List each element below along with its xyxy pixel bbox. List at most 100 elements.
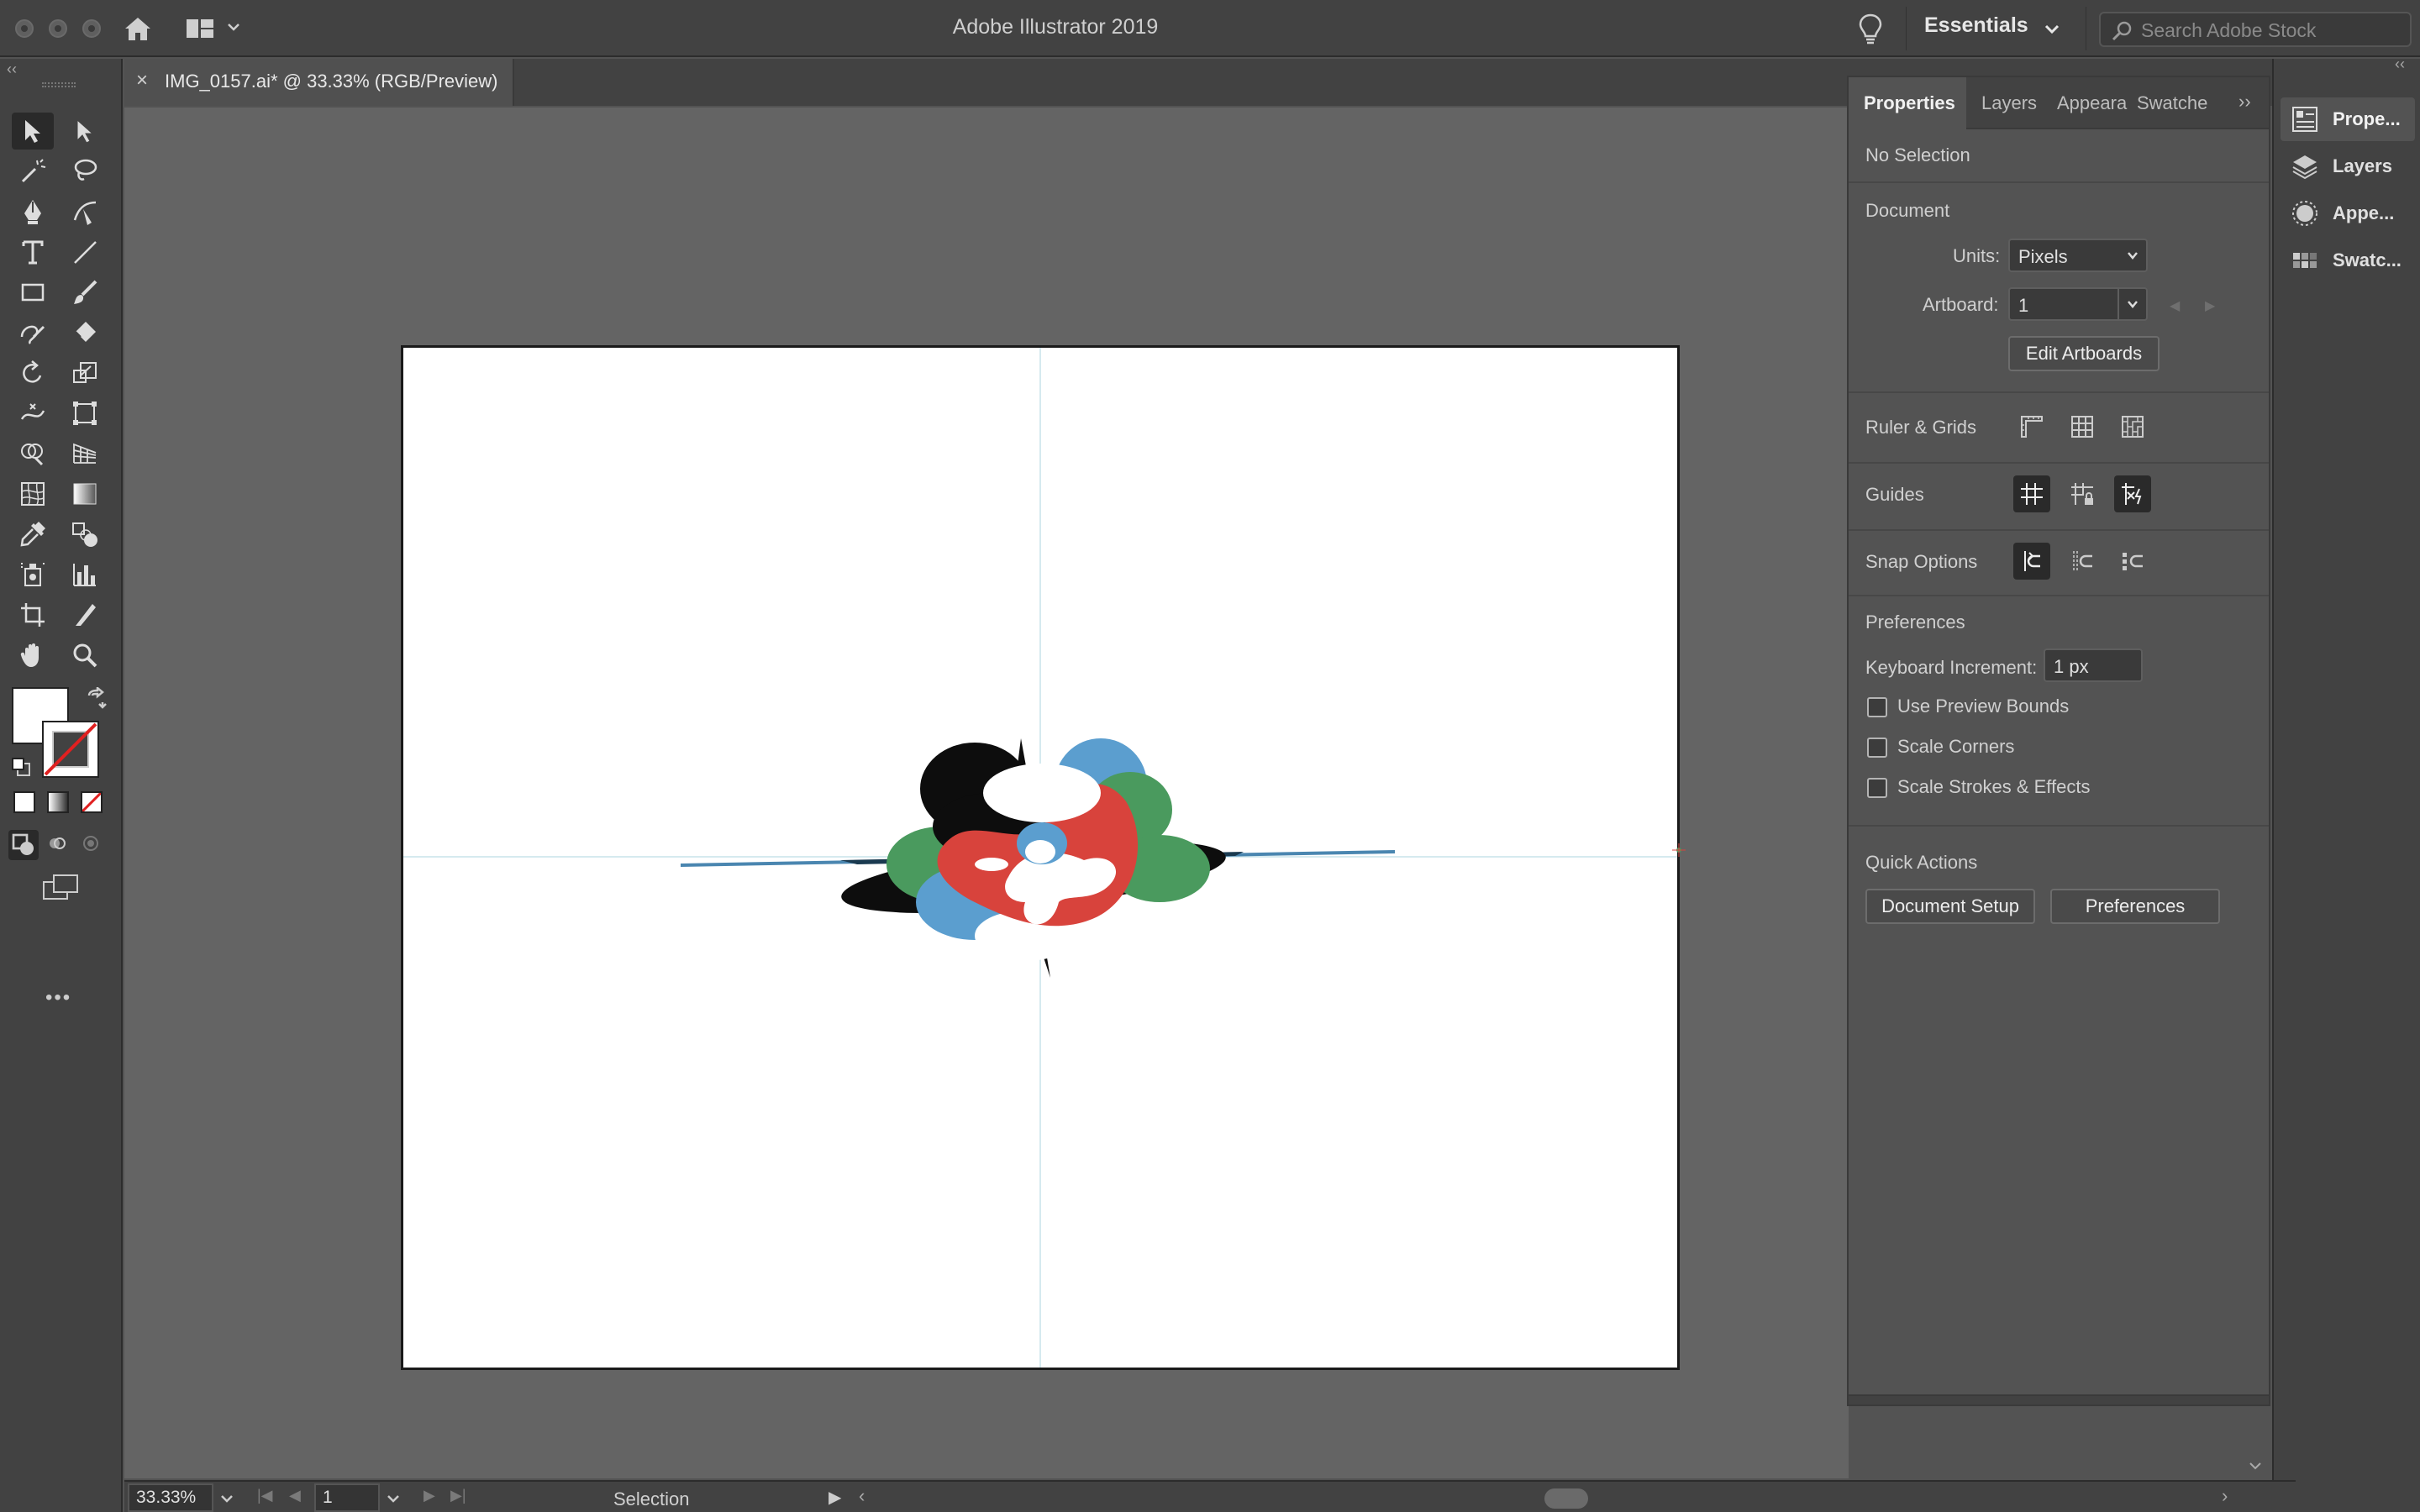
- scale-strokes-effects-checkbox[interactable]: [1867, 778, 1887, 798]
- free-transform-tool-icon[interactable]: [64, 395, 106, 432]
- workspace-switcher[interactable]: Essentials: [1924, 13, 2028, 38]
- collapse-toolbar-icon[interactable]: ‹‹: [7, 60, 17, 78]
- last-artboard-icon[interactable]: ▶|: [450, 1487, 466, 1504]
- color-mode-icon[interactable]: [13, 791, 35, 813]
- zoom-tool-icon[interactable]: [64, 637, 106, 674]
- dock-item-properties[interactable]: Prope...: [2281, 97, 2415, 141]
- artboard[interactable]: [401, 345, 1680, 1370]
- use-preview-bounds-checkbox[interactable]: [1867, 697, 1887, 717]
- mesh-tool-icon[interactable]: [12, 475, 54, 512]
- line-segment-tool-icon[interactable]: [64, 234, 106, 270]
- pen-tool-icon[interactable]: [12, 193, 54, 230]
- swap-fill-stroke-icon[interactable]: [84, 685, 108, 711]
- slice-tool-icon[interactable]: [64, 596, 106, 633]
- default-fill-stroke-icon[interactable]: [10, 756, 32, 778]
- type-tool-icon[interactable]: [12, 234, 54, 270]
- edit-toolbar-button[interactable]: •••: [45, 986, 71, 1010]
- artboard-select[interactable]: 1: [2008, 287, 2148, 321]
- edit-artboards-button[interactable]: Edit Artboards: [2008, 336, 2160, 371]
- lightbulb-icon[interactable]: [1855, 12, 1886, 45]
- zoom-chevron-down-icon[interactable]: [218, 1490, 235, 1507]
- snap-to-point-icon[interactable]: [2013, 543, 2050, 580]
- scale-corners-checkbox[interactable]: [1867, 738, 1887, 758]
- search-placeholder: Search Adobe Stock: [2141, 19, 2317, 41]
- shape-builder-tool-icon[interactable]: [12, 435, 54, 472]
- none-mode-icon[interactable]: [81, 791, 103, 813]
- dock-item-layers[interactable]: Layers: [2281, 144, 2415, 188]
- tab-properties[interactable]: Properties: [1849, 77, 1966, 129]
- symbol-sprayer-tool-icon[interactable]: [12, 556, 54, 593]
- change-screen-mode-icon[interactable]: [40, 872, 81, 902]
- eraser-tool-icon[interactable]: [64, 314, 106, 351]
- blend-tool-icon[interactable]: [64, 516, 106, 553]
- show-guides-icon[interactable]: [2013, 475, 2050, 512]
- dock-item-swatches[interactable]: Swatc...: [2281, 239, 2415, 282]
- toolbar-grip[interactable]: [42, 82, 76, 87]
- scroll-down-icon: [2249, 1462, 2261, 1470]
- units-select[interactable]: Pixels: [2008, 239, 2148, 272]
- rectangle-tool-icon[interactable]: [12, 274, 54, 311]
- first-artboard-icon[interactable]: |◀: [257, 1487, 273, 1504]
- scale-tool-icon[interactable]: [64, 354, 106, 391]
- document-tab[interactable]: × IMG_0157.ai* @ 33.33% (RGB/Preview): [124, 59, 514, 106]
- rotate-tool-icon[interactable]: [12, 354, 54, 391]
- selection-tool-icon[interactable]: [12, 113, 54, 150]
- zoom-value: 33.33%: [136, 1488, 197, 1507]
- collapse-dock-icon[interactable]: ‹‹: [2395, 55, 2405, 73]
- draw-normal-icon[interactable]: [8, 830, 39, 860]
- close-tab-icon[interactable]: ×: [136, 69, 148, 92]
- snap-to-pixel-icon[interactable]: [2064, 543, 2101, 580]
- width-tool-icon[interactable]: [12, 395, 54, 432]
- gradient-tool-icon[interactable]: [64, 475, 106, 512]
- magic-wand-tool-icon[interactable]: [12, 153, 54, 190]
- zoom-level-input[interactable]: 33.33%: [128, 1483, 213, 1512]
- panel-resize-handle[interactable]: [1849, 1394, 2269, 1404]
- panel-expand-icon[interactable]: ››: [2238, 91, 2251, 113]
- direct-selection-tool-icon[interactable]: [64, 113, 106, 150]
- shaper-tool-icon[interactable]: [12, 314, 54, 351]
- keyboard-increment-input[interactable]: 1 px: [2044, 648, 2143, 682]
- hand-tool-icon[interactable]: [12, 637, 54, 674]
- artboard-tool-icon[interactable]: [12, 596, 54, 633]
- stroke-swatch[interactable]: [42, 721, 99, 778]
- smart-guides-icon[interactable]: [2114, 475, 2151, 512]
- title-bar: Adobe Illustrator 2019 Essentials Search…: [0, 0, 2420, 57]
- transparency-grid-icon[interactable]: [2114, 408, 2151, 445]
- tab-layers[interactable]: Layers: [1966, 77, 2050, 129]
- lock-guides-icon[interactable]: [2064, 475, 2101, 512]
- scroll-left-icon[interactable]: ‹: [859, 1485, 865, 1507]
- gradient-mode-icon[interactable]: [47, 791, 69, 813]
- previous-artboard-nav-icon[interactable]: ◀: [289, 1487, 301, 1504]
- artwork[interactable]: [403, 348, 1677, 1368]
- keyboard-increment-value: 1 px: [2054, 656, 2089, 677]
- artboard-number-input[interactable]: 1: [314, 1483, 380, 1512]
- canvas-area[interactable]: [124, 108, 1849, 1478]
- draw-behind-icon[interactable]: [47, 833, 71, 857]
- dock-item-appearance[interactable]: Appe...: [2281, 192, 2415, 235]
- status-menu-icon[interactable]: ▶: [829, 1487, 841, 1508]
- horizontal-scrollbar-thumb[interactable]: [1544, 1488, 1588, 1509]
- vertical-scrollbar[interactable]: [2242, 1408, 2269, 1480]
- curvature-tool-icon[interactable]: [64, 193, 106, 230]
- column-graph-tool-icon[interactable]: [64, 556, 106, 593]
- dock-label-appearance: Appe...: [2333, 202, 2395, 223]
- next-artboard-nav-icon[interactable]: ▶: [424, 1487, 435, 1504]
- workspace-chevron-down-icon[interactable]: [2042, 18, 2062, 39]
- next-artboard-icon[interactable]: ▶: [2205, 297, 2215, 314]
- previous-artboard-icon[interactable]: ◀: [2170, 297, 2180, 314]
- search-stock-input[interactable]: Search Adobe Stock: [2099, 12, 2412, 47]
- eyedropper-tool-icon[interactable]: [12, 516, 54, 553]
- tab-swatches[interactable]: Swatche: [2122, 77, 2218, 129]
- paintbrush-tool-icon[interactable]: [64, 274, 106, 311]
- preferences-button[interactable]: Preferences: [2050, 889, 2220, 924]
- perspective-grid-tool-icon[interactable]: [64, 435, 106, 472]
- document-setup-button[interactable]: Document Setup: [1865, 889, 2035, 924]
- ruler-icon[interactable]: [2013, 408, 2050, 445]
- tab-appearance[interactable]: Appeara: [2042, 77, 2133, 129]
- artboard-chevron-down-icon[interactable]: [385, 1490, 402, 1507]
- snap-to-glyph-icon[interactable]: [2114, 543, 2151, 580]
- scroll-right-icon[interactable]: ›: [2222, 1485, 2228, 1507]
- draw-inside-icon[interactable]: [81, 833, 104, 857]
- grid-icon[interactable]: [2064, 408, 2101, 445]
- lasso-tool-icon[interactable]: [64, 153, 106, 190]
